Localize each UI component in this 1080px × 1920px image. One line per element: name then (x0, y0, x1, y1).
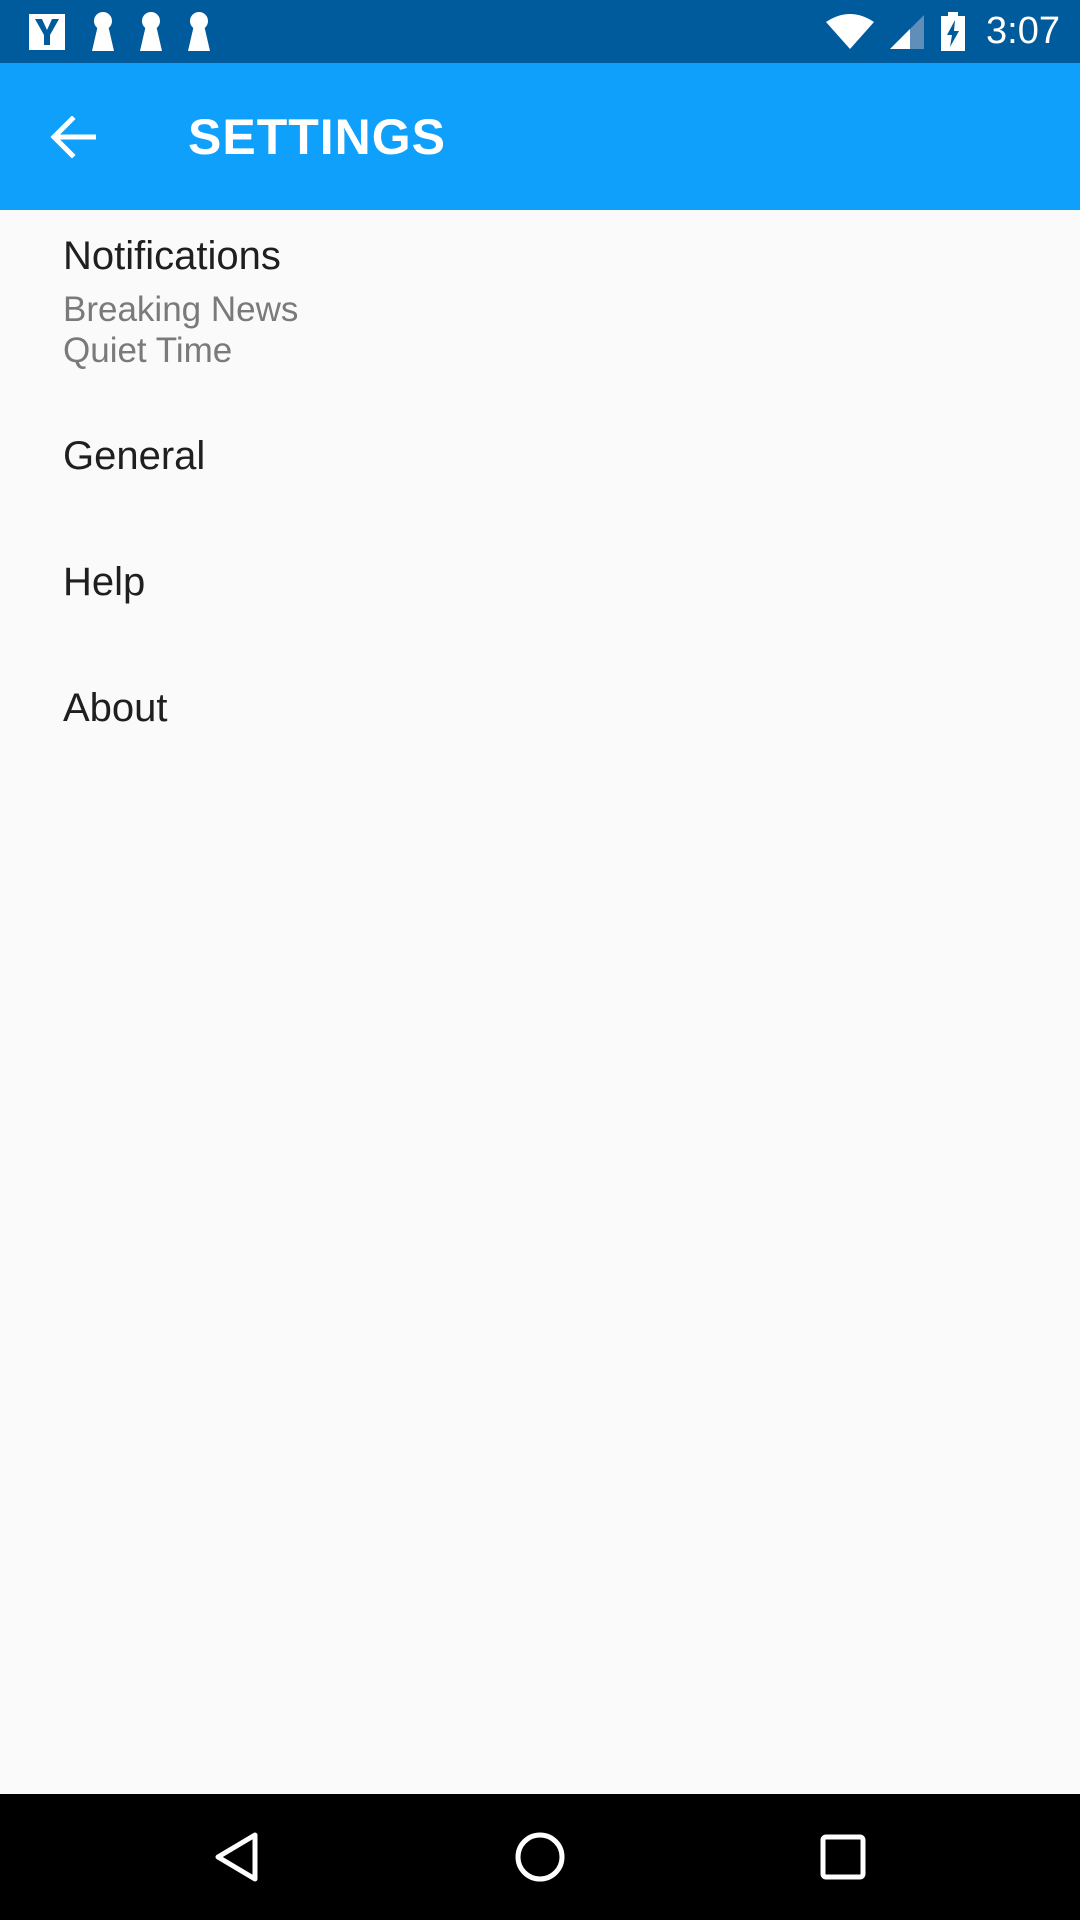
nav-recents-button[interactable] (798, 1814, 888, 1900)
yahoo-icon (29, 14, 65, 50)
nav-recents-icon (820, 1834, 866, 1880)
arrow-back-icon (50, 116, 96, 158)
setting-title: General (63, 434, 206, 478)
battery-charging-icon (941, 11, 966, 51)
status-left-icons (26, 10, 212, 54)
status-bar: 3:07 (0, 0, 1080, 63)
setting-item-help[interactable]: Help (0, 536, 1080, 662)
settings-list: Notifications Breaking News Quiet Time G… (0, 210, 1080, 788)
keyhole-icon (140, 12, 162, 51)
setting-title: Notifications (63, 234, 281, 278)
setting-item-notifications[interactable]: Notifications Breaking News Quiet Time (0, 210, 1080, 410)
status-clock: 3:07 (986, 10, 1060, 52)
setting-item-about[interactable]: About (0, 662, 1080, 788)
nav-back-icon (215, 1832, 258, 1882)
nav-back-button[interactable] (192, 1814, 282, 1900)
app-bar: SETTINGS (0, 63, 1080, 210)
setting-subtitle: Breaking News (63, 290, 299, 329)
nav-home-button[interactable] (495, 1814, 585, 1900)
setting-title: Help (63, 560, 146, 604)
wifi-icon (826, 13, 875, 49)
cell-signal-icon (890, 14, 925, 49)
keyhole-icon (188, 12, 210, 51)
setting-title: About (63, 686, 168, 730)
back-button[interactable] (34, 103, 112, 171)
page-title: SETTINGS (188, 109, 447, 165)
system-nav-bar (0, 1794, 1080, 1920)
setting-item-general[interactable]: General (0, 410, 1080, 536)
status-right-icons: 3:07 (826, 0, 1060, 63)
setting-subtitle: Quiet Time (63, 331, 233, 370)
keyhole-icon (92, 12, 114, 51)
nav-home-icon (515, 1832, 565, 1882)
